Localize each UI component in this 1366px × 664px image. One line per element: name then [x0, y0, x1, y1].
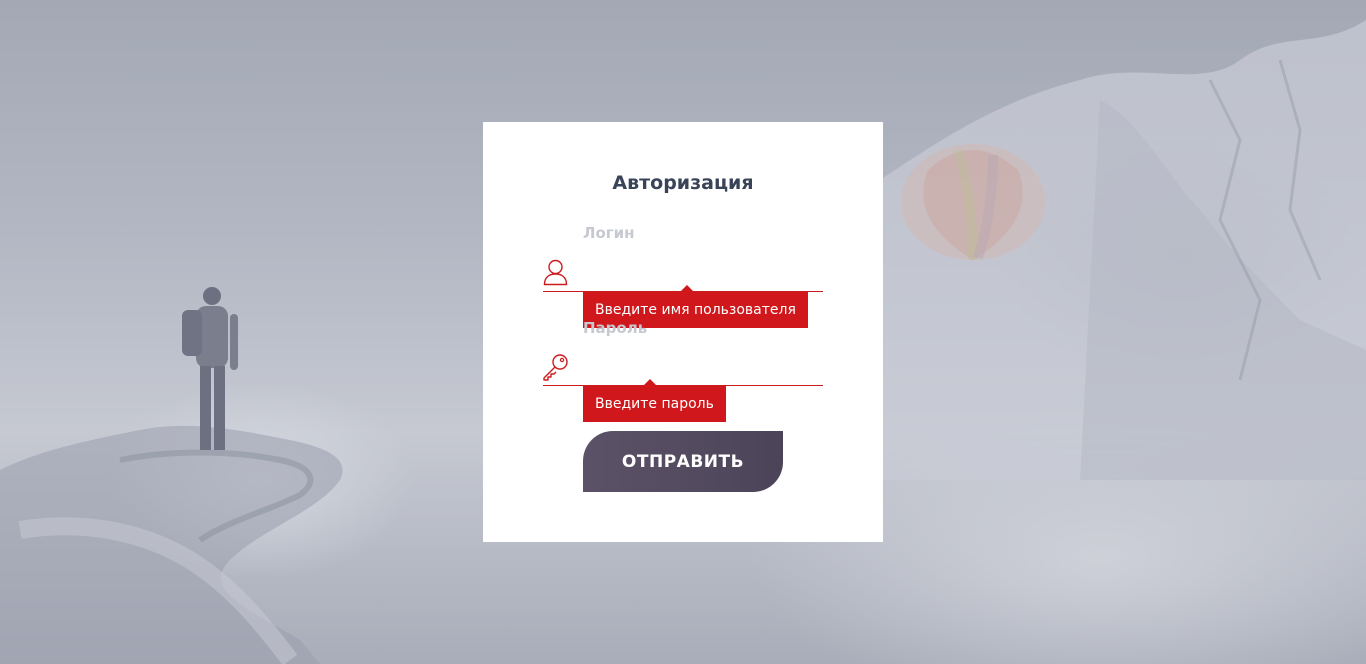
hot-air-balloon-image: [901, 144, 1045, 261]
hiker-figure-image: [182, 287, 238, 450]
login-label: Логин: [583, 224, 635, 242]
password-label: Пароль: [583, 319, 648, 337]
login-input[interactable]: [583, 262, 823, 288]
password-error-arrow: [643, 379, 657, 386]
form-title: Авторизация: [612, 172, 754, 194]
password-input[interactable]: [583, 356, 823, 382]
submit-button[interactable]: ОТПРАВИТЬ: [583, 431, 783, 492]
password-error-tooltip: Введите пароль: [583, 386, 726, 422]
login-error-arrow: [680, 285, 694, 292]
user-icon: [543, 259, 568, 290]
key-icon: [542, 353, 569, 385]
